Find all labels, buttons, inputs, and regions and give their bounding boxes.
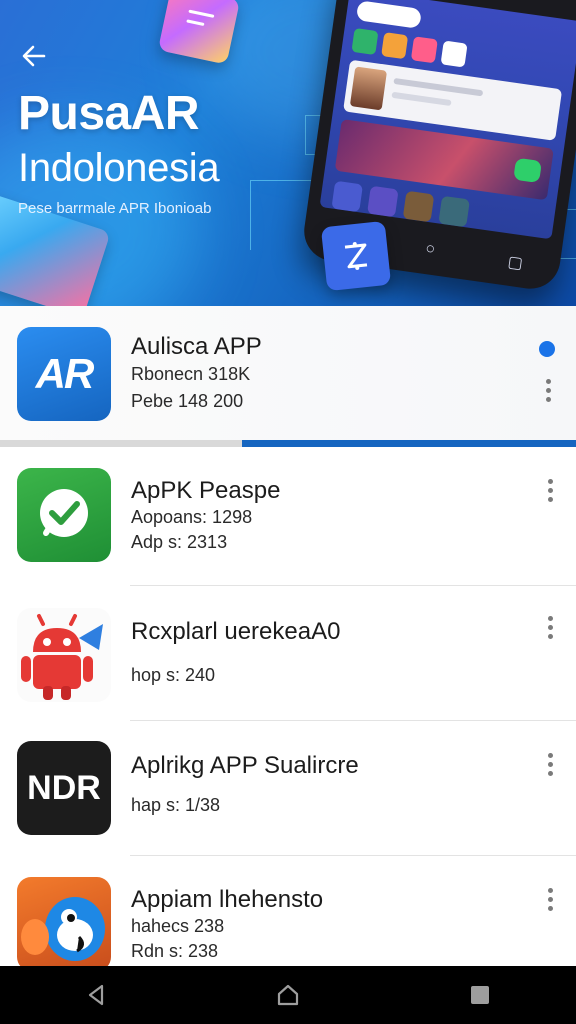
app-icon-ndr: NDR — [17, 741, 111, 835]
back-button[interactable] — [14, 36, 54, 76]
app-icon-check — [17, 468, 111, 562]
android-robot-icon — [21, 614, 103, 700]
home-circle-icon: ○ — [424, 240, 437, 259]
arrow-left-icon — [22, 45, 46, 67]
app-meta: Adp s: 2313 — [131, 532, 228, 552]
list-item[interactable]: Appiam lhehensto hahecs 238 Rdn s: 238 — [0, 856, 576, 966]
nav-home-button[interactable] — [258, 972, 318, 1018]
app-name: Aplrikg APP Sualircre — [131, 752, 359, 779]
app-icon-text: AR — [35, 350, 95, 397]
hero-banner: ◁ ○ ▢ PusaAR Indolonesia Pese barrmale A… — [0, 0, 576, 306]
recents-square-icon: ▢ — [506, 253, 524, 273]
download-progress-bar — [0, 440, 576, 447]
app-icon-mascot — [17, 877, 111, 966]
hero-title: PusaAR — [18, 87, 200, 140]
app-name: Aulisca APP — [131, 333, 262, 360]
selected-indicator — [539, 341, 555, 357]
app-meta: hap s: 1/38 — [131, 795, 221, 815]
nav-recents-button[interactable] — [450, 972, 510, 1018]
app-meta: Rdn s: 238 — [131, 941, 219, 961]
nav-back-button[interactable] — [66, 972, 126, 1018]
bird-mascot-icon — [21, 897, 105, 961]
mock-app-icon — [381, 32, 409, 60]
back-icon — [88, 984, 104, 1006]
more-options-button[interactable] — [538, 373, 558, 407]
mock-app-icon — [351, 27, 379, 56]
list-item[interactable]: NDR Aplrikg APP Sualircre hap s: 1/38 — [0, 721, 576, 855]
system-nav-bar — [0, 966, 576, 1024]
app-icon-ar: AR — [17, 327, 111, 421]
phone-screen — [319, 0, 576, 240]
app-name: ApPK Peaspe — [131, 477, 281, 504]
mock-app-icon — [367, 185, 399, 218]
decorative-app-tile — [320, 220, 392, 292]
more-options-button[interactable] — [540, 610, 560, 644]
check-icon — [40, 489, 88, 537]
download-progress-fill — [241, 440, 576, 447]
app-icon-text: NDR — [27, 768, 101, 807]
list-item[interactable]: ApPK Peaspe Aopoans: 1298 Adp s: 2313 — [0, 447, 576, 585]
list-item[interactable]: Rcxplarl uerekeaA0 hop s: 240 — [0, 586, 576, 720]
app-meta: Pebe 148 200 — [131, 391, 244, 411]
more-options-button[interactable] — [540, 473, 560, 507]
app-meta: hahecs 238 — [131, 916, 225, 936]
app-meta: Rbonecn 318K — [131, 364, 251, 384]
z-logo-icon — [344, 242, 368, 270]
hero-title-line2: Indolonesia — [18, 146, 220, 190]
mock-avatar — [349, 66, 388, 111]
featured-app-row[interactable]: AR Aulisca APP Rbonecn 318K Pebe 148 200 — [0, 306, 576, 446]
mock-app-icon — [402, 190, 435, 223]
mock-app-icon — [410, 36, 438, 64]
app-icon-android — [17, 608, 111, 702]
app-name: Rcxplarl uerekeaA0 — [131, 618, 341, 645]
hero-subtitle: Pese barrmale APR Ibonioab — [18, 200, 212, 217]
mock-app-icon — [440, 40, 468, 68]
app-name: Appiam lhehensto — [131, 886, 324, 913]
decorative-gradient-tile — [157, 0, 241, 65]
app-meta: hop s: 240 — [131, 665, 216, 685]
app-meta: Aopoans: 1298 — [131, 507, 253, 527]
mock-app-icon — [438, 195, 470, 228]
mock-app-icon — [331, 180, 364, 213]
more-options-button[interactable] — [540, 747, 560, 781]
mock-search-bar — [355, 0, 423, 29]
more-options-button[interactable] — [540, 882, 560, 916]
recents-icon — [471, 986, 489, 1004]
home-icon — [277, 984, 299, 1006]
